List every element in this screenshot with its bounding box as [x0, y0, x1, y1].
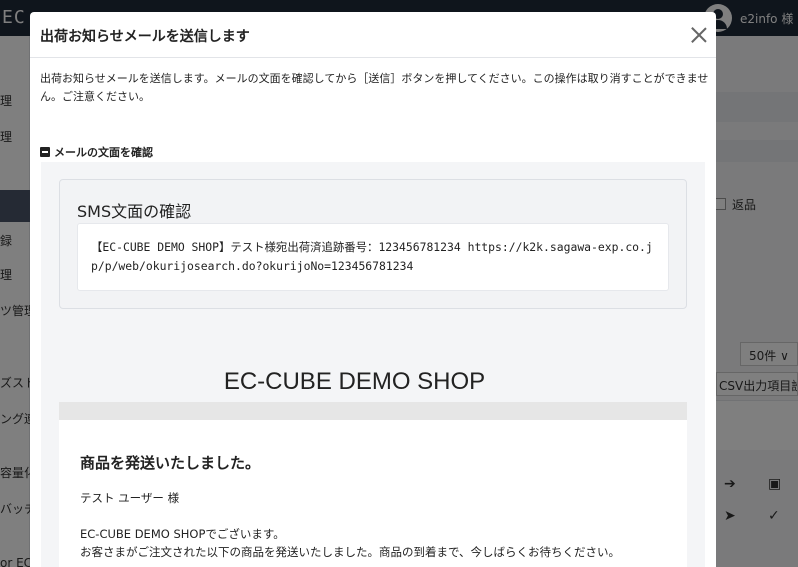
modal-title: 出荷お知らせメールを送信します [40, 29, 250, 45]
close-icon[interactable] [688, 24, 710, 46]
modal-header: 出荷お知らせメールを送信します [30, 12, 716, 58]
mail-recipient: テスト ユーザー 様 [80, 491, 180, 505]
sms-preview-body: 【EC-CUBE DEMO SHOP】テスト様宛出荷済追跡番号：12345678… [77, 223, 669, 291]
mail-text-line: EC-CUBE DEMO SHOPでございます。 [80, 527, 285, 541]
shipping-mail-modal: 出荷お知らせメールを送信します 出荷お知らせメールを送信します。メールの文面を確… [30, 12, 716, 567]
mail-body: 商品を発送いたしました。 テスト ユーザー 様 EC-CUBE DEMO SHO… [59, 420, 687, 567]
sms-preview-text: 【EC-CUBE DEMO SHOP】テスト様宛出荷済追跡番号：12345678… [91, 240, 653, 273]
sms-preview-card: SMS文面の確認 【EC-CUBE DEMO SHOP】テスト様宛出荷済追跡番号… [59, 179, 687, 309]
collapse-icon [40, 147, 50, 157]
mail-preview-area[interactable]: SMS文面の確認 【EC-CUBE DEMO SHOP】テスト様宛出荷済追跡番号… [41, 162, 705, 567]
modal-description: 出荷お知らせメールを送信します。メールの文面を確認してから［送信］ボタンを押して… [40, 72, 709, 103]
mail-text-line: お客さまがご注文された以下の商品を発送いたしました。商品の到着まで、今しばらくお… [80, 545, 621, 559]
mail-heading: 商品を発送いたしました。 [80, 454, 261, 472]
mail-header-bar [59, 402, 687, 420]
mail-preview-toggle-label: メールの文面を確認 [54, 146, 153, 159]
sms-preview-title: SMS文面の確認 [77, 202, 192, 221]
mail-shop-name: EC-CUBE DEMO SHOP [223, 368, 486, 395]
